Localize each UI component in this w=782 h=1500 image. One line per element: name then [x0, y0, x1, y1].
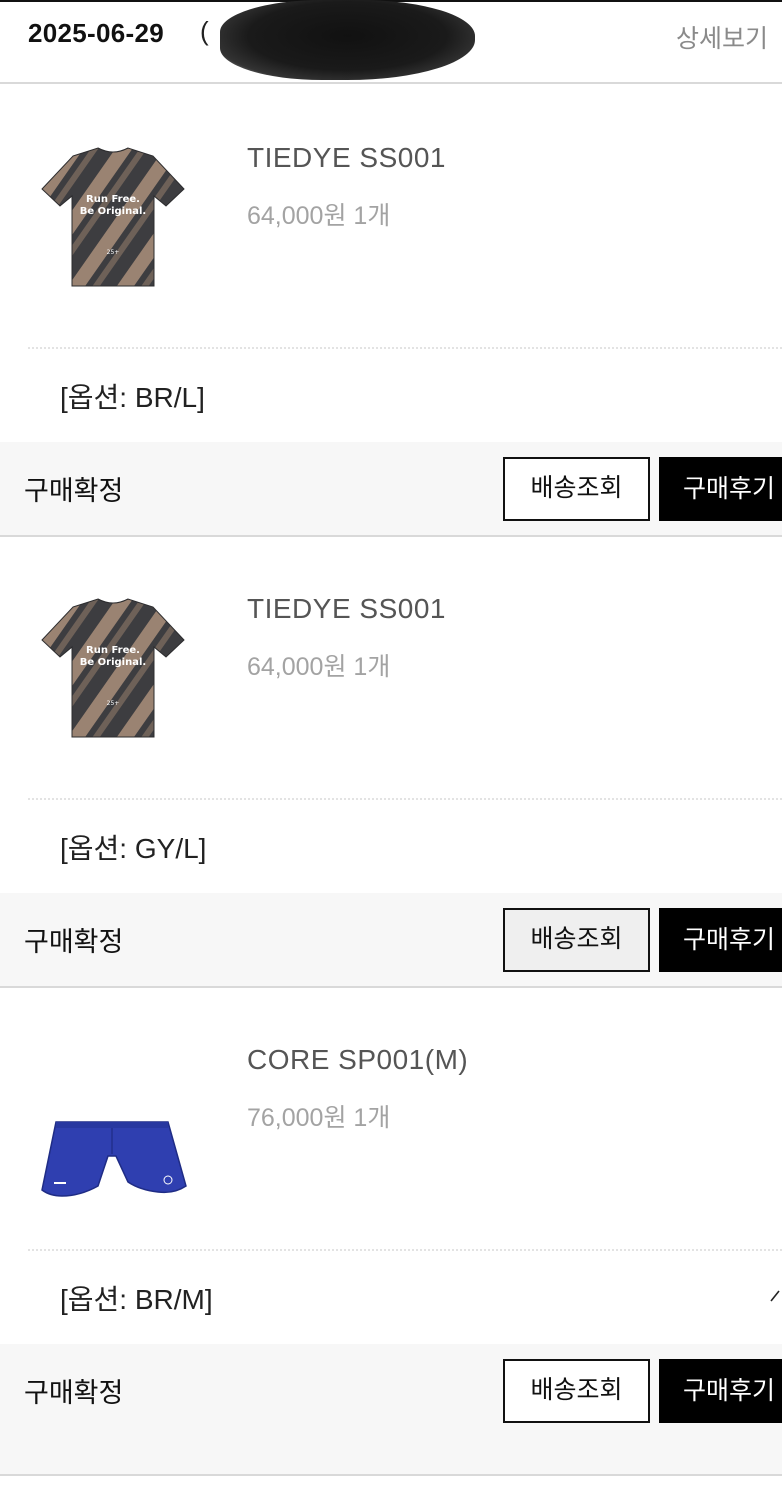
divider [28, 798, 782, 800]
order-status: 구매확정 [24, 1378, 124, 1409]
divider [28, 347, 782, 349]
product-name[interactable]: CORE SP001(M) [247, 1044, 468, 1076]
shirt-print-line2: Be Original. [80, 206, 146, 217]
order-item: CORE SP001(M) 76,000원 1개 [옵션: BR/M] 구매확정… [0, 988, 782, 1476]
product-name[interactable]: TIEDYE SS001 [247, 593, 446, 625]
write-review-button[interactable]: 구매후기 [659, 457, 782, 521]
order-item: Run Free. Be Original. 25+ TIEDYE SS001 … [0, 537, 782, 988]
shirt-print-line2: Be Original. [80, 657, 146, 668]
redaction-scribble [220, 0, 475, 80]
order-header: 2025-06-29 ( 상세보기 [0, 0, 782, 84]
tshirt-image: Run Free. Be Original. 25+ [41, 598, 185, 738]
shirt-print-small: 25+ [107, 700, 120, 707]
write-review-button[interactable]: 구매후기 [659, 908, 782, 972]
divider [28, 1249, 782, 1251]
order-status-bar: 구매확정 배송조회 구매후기 [0, 893, 782, 988]
product-thumbnail-tshirt[interactable]: Run Free. Be Original. 25+ [28, 585, 198, 755]
order-status-bar: 구매확정 배송조회 구매후기 [0, 442, 782, 537]
write-review-button[interactable]: 구매후기 [659, 1359, 782, 1423]
order-number: ( [200, 16, 209, 46]
order-item: Run Free. Be Original. 25+ TIEDYE SS001 … [0, 86, 782, 537]
track-delivery-button[interactable]: 배송조회 [503, 457, 650, 521]
shirt-print-small: 25+ [107, 249, 120, 256]
track-delivery-button[interactable]: 배송조회 [503, 908, 650, 972]
product-option: [옵션: BR/M] [60, 1284, 213, 1315]
product-thumbnail-tshirt[interactable]: Run Free. Be Original. 25+ [28, 134, 198, 304]
shirt-print-line1: Run Free. [86, 645, 140, 656]
order-status: 구매확정 [24, 476, 124, 507]
view-details-link[interactable]: 상세보기 [676, 19, 768, 55]
price-quantity: 64,000원 1개 [247, 653, 391, 681]
price-quantity: 76,000원 1개 [247, 1104, 391, 1132]
scroll-arrow-icon [770, 1290, 780, 1302]
product-thumbnail-shorts[interactable] [28, 1036, 198, 1206]
shirt-print-line1: Run Free. [86, 194, 140, 205]
product-option: [옵션: BR/L] [60, 382, 205, 413]
product-name[interactable]: TIEDYE SS001 [247, 142, 446, 174]
shorts-image [41, 1121, 187, 1197]
order-status-bar: 구매확정 배송조회 구매후기 [0, 1344, 782, 1476]
order-status: 구매확정 [24, 927, 124, 958]
track-delivery-button[interactable]: 배송조회 [503, 1359, 650, 1423]
product-option: [옵션: GY/L] [60, 833, 207, 864]
order-date: 2025-06-29 [28, 18, 164, 48]
tshirt-image: Run Free. Be Original. 25+ [41, 147, 185, 287]
price-quantity: 64,000원 1개 [247, 202, 391, 230]
